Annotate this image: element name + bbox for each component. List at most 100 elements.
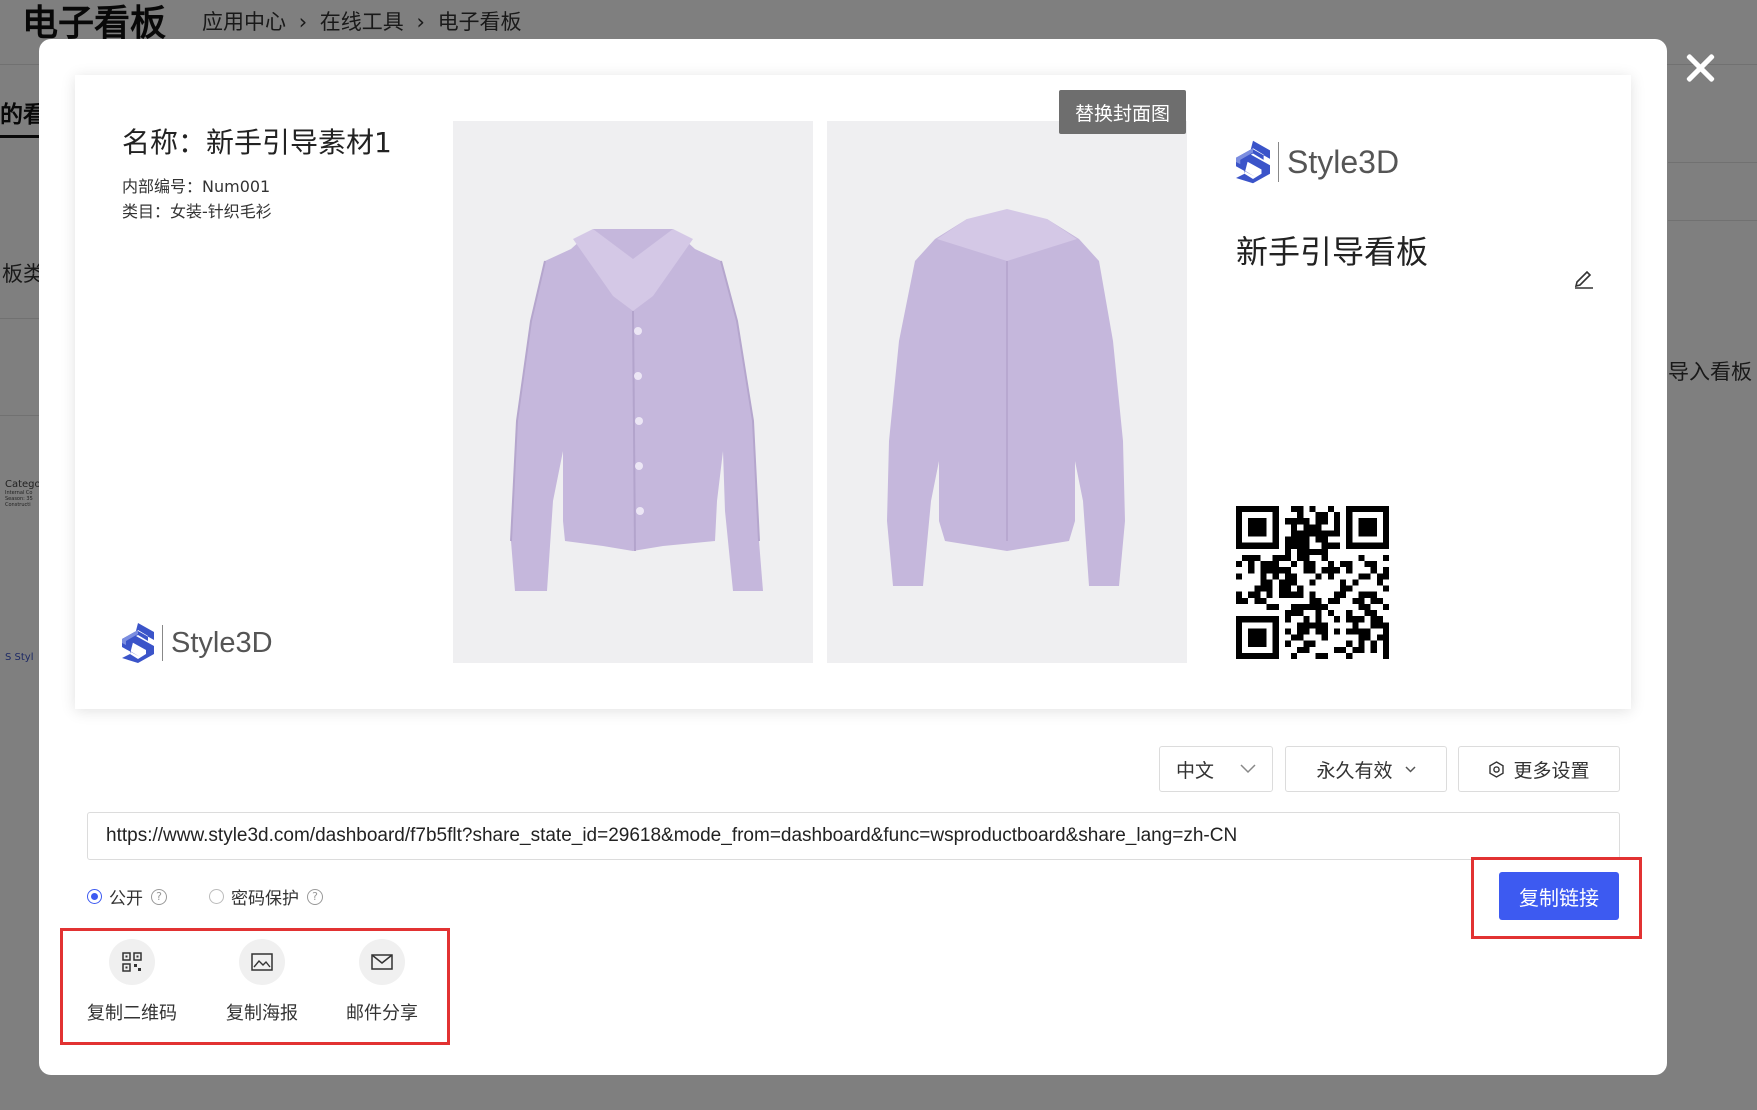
qr-module <box>1254 591 1261 598</box>
validity-select[interactable]: 永久有效 <box>1285 746 1447 792</box>
internal-code: 内部编号：Num001 <box>122 177 271 196</box>
chevron-down-icon <box>1240 764 1256 774</box>
qr-module <box>1321 554 1328 562</box>
qr-module <box>1297 628 1304 635</box>
qr-module <box>1278 579 1285 586</box>
qr-module <box>1303 561 1310 568</box>
access-password-label: 密码保护 <box>231 889 299 909</box>
qr-module <box>1260 579 1267 586</box>
qr-module <box>1303 640 1310 647</box>
qr-module <box>1327 573 1334 580</box>
qr-module <box>1303 536 1310 543</box>
access-password-radio[interactable]: 密码保护 ? <box>209 884 323 909</box>
qr-module <box>1297 530 1304 537</box>
qr-module <box>1376 622 1383 629</box>
qr-module <box>1358 597 1365 604</box>
qr-module <box>1358 646 1365 653</box>
qr-module <box>1321 628 1328 635</box>
help-icon[interactable]: ? <box>307 888 323 905</box>
qr-module <box>1303 616 1310 623</box>
board-title: 新手引导看板 <box>1236 233 1429 271</box>
brand-text: Style3D <box>1287 143 1400 180</box>
qr-module <box>1272 603 1279 611</box>
qr-module <box>1333 512 1341 519</box>
qr-module <box>1309 579 1316 586</box>
qr-module <box>1266 561 1273 568</box>
qr-module <box>1297 506 1304 513</box>
qr-module <box>1358 573 1365 580</box>
qr-module <box>1284 616 1292 623</box>
qr-module <box>1315 603 1322 611</box>
highlight-box-share-actions <box>60 928 450 1045</box>
qr-module <box>1315 573 1322 580</box>
qr-module <box>1315 616 1322 623</box>
qr-module <box>1321 530 1328 537</box>
qr-module <box>1352 579 1359 586</box>
category-label: 类目：女装-针织毛衫 <box>122 202 272 221</box>
qr-module <box>1266 591 1273 598</box>
qr-module <box>1333 524 1341 531</box>
qr-module <box>1303 567 1310 574</box>
language-select[interactable]: 中文 <box>1159 746 1273 792</box>
qr-module <box>1297 512 1304 519</box>
close-icon[interactable] <box>1680 48 1720 88</box>
qr-module <box>1352 628 1359 635</box>
replace-cover-button[interactable]: 替换封面图 <box>1059 90 1187 134</box>
qr-module <box>1309 548 1316 555</box>
qr-module <box>1272 567 1279 574</box>
qr-module <box>1340 646 1347 653</box>
more-settings-button[interactable]: 更多设置 <box>1458 746 1620 792</box>
qr-module <box>1321 518 1328 525</box>
qr-module <box>1291 603 1298 611</box>
qr-module <box>1284 585 1292 592</box>
qr-module <box>1333 542 1341 549</box>
qr-module <box>1346 640 1353 647</box>
qr-module <box>1382 640 1389 647</box>
access-public-radio[interactable]: 公开 ? <box>87 884 167 909</box>
qr-module <box>1370 610 1377 617</box>
qr-module <box>1346 567 1353 574</box>
language-select-value: 中文 <box>1176 759 1215 782</box>
qr-module <box>1284 640 1292 647</box>
qr-module <box>1321 567 1328 574</box>
qr-module <box>1321 622 1328 629</box>
qr-module <box>1260 561 1267 568</box>
qr-module <box>1315 536 1322 543</box>
qr-module <box>1272 573 1279 580</box>
share-url-field[interactable]: https://www.style3d.com/dashboard/f7b5fl… <box>87 812 1620 860</box>
qr-module <box>1309 640 1316 647</box>
qr-module <box>1284 567 1292 574</box>
qr-module <box>1291 579 1298 586</box>
qr-module <box>1236 561 1243 568</box>
logo-separator <box>1278 142 1279 182</box>
qr-module <box>1291 652 1298 659</box>
qr-module <box>1291 536 1298 543</box>
qr-module <box>1382 634 1389 641</box>
qr-module <box>1266 585 1273 592</box>
qr-module <box>1315 512 1322 519</box>
qr-module <box>1309 506 1316 513</box>
qr-module <box>1260 597 1267 604</box>
qr-module <box>1352 646 1359 653</box>
qr-module <box>1315 524 1322 531</box>
qr-module <box>1284 542 1292 549</box>
qr-module <box>1297 610 1304 617</box>
qr-module <box>1309 597 1316 604</box>
qr-module <box>1370 567 1377 574</box>
access-public-label: 公开 <box>109 889 143 909</box>
qr-module <box>1352 622 1359 629</box>
qr-module <box>1370 616 1377 623</box>
edit-pen-icon[interactable] <box>1573 267 1595 289</box>
help-icon[interactable]: ? <box>151 888 167 905</box>
board-cover-card: 名称：新手引导素材1 内部编号：Num001 类目：女装-针织毛衫 Style3… <box>75 75 1631 709</box>
qr-module <box>1358 634 1365 641</box>
qr-module <box>1364 561 1371 568</box>
qr-module <box>1346 628 1353 635</box>
qr-module <box>1370 622 1377 629</box>
qr-module <box>1376 579 1383 586</box>
qr-module <box>1297 646 1304 653</box>
qr-module <box>1382 622 1389 629</box>
qr-module <box>1321 634 1328 641</box>
qr-module <box>1303 524 1310 531</box>
qr-module <box>1382 652 1389 659</box>
